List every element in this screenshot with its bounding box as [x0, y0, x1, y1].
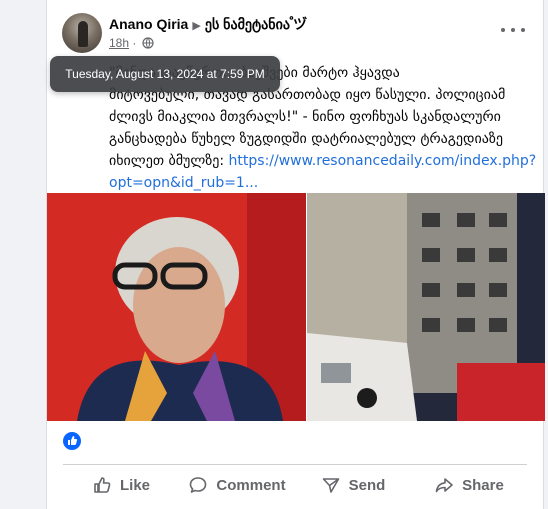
post-text-line: განცხადება წუხელ ზუგდიდში დატრიალებულ ტრ…	[109, 131, 503, 147]
globe-icon[interactable]	[142, 37, 154, 49]
group-name[interactable]: ეს ნამეტანია ゚ヅ	[205, 16, 307, 32]
actions-divider	[63, 464, 527, 465]
feed-background-left	[0, 0, 46, 509]
more-dot	[511, 28, 515, 32]
comment-icon	[190, 477, 207, 493]
share-button[interactable]: Share	[411, 466, 527, 504]
post-card: Anano Qiria▶ეს ნამეტანია ゚ヅ 18h · "მინდა…	[46, 0, 545, 509]
post-time[interactable]: 18h	[109, 36, 129, 50]
more-options-icon[interactable]	[501, 24, 525, 36]
meta-separator: ·	[132, 36, 137, 50]
post-meta: 18h ·	[109, 36, 154, 50]
timestamp-tooltip: Tuesday, August 13, 2024 at 7:59 PM	[50, 56, 280, 92]
send-button[interactable]: Send	[295, 466, 411, 504]
author-avatar[interactable]	[62, 13, 102, 53]
more-dot	[521, 28, 525, 32]
like-button[interactable]: Like	[63, 466, 179, 504]
author-name[interactable]: Anano Qiria	[109, 16, 188, 32]
building-illustration	[307, 193, 545, 421]
like-label: Like	[119, 476, 150, 494]
avatar-figure	[78, 21, 88, 47]
arrow-right-icon: ▶	[192, 20, 201, 32]
portrait-illustration	[47, 193, 306, 421]
send-icon	[322, 478, 339, 493]
comment-label: Comment	[216, 476, 286, 494]
post-text-line: ძლივს მიაკლია მთვრალს!" - ნინო ფოჩხუას ს…	[109, 109, 501, 125]
post-photo-building[interactable]	[307, 193, 545, 421]
post-header: Anano Qiria ▶ ეს ნამეტანია ゚ヅ	[109, 14, 307, 34]
comment-button[interactable]: Comment	[179, 466, 295, 504]
share-icon	[435, 478, 453, 493]
send-label: Send	[348, 476, 386, 494]
more-dot	[501, 28, 505, 32]
post-actions-bar: Like Comment Send Share	[63, 466, 527, 504]
link-prefix: იხილეთ ბმულზე:	[109, 153, 225, 169]
share-label: Share	[462, 476, 504, 494]
thumbs-up-icon	[94, 477, 111, 493]
like-reaction-icon[interactable]	[63, 432, 81, 450]
post-text-line: იხილეთ ბმულზე: https://www.resonancedail…	[109, 150, 548, 194]
post-photo-portrait[interactable]	[47, 193, 306, 421]
